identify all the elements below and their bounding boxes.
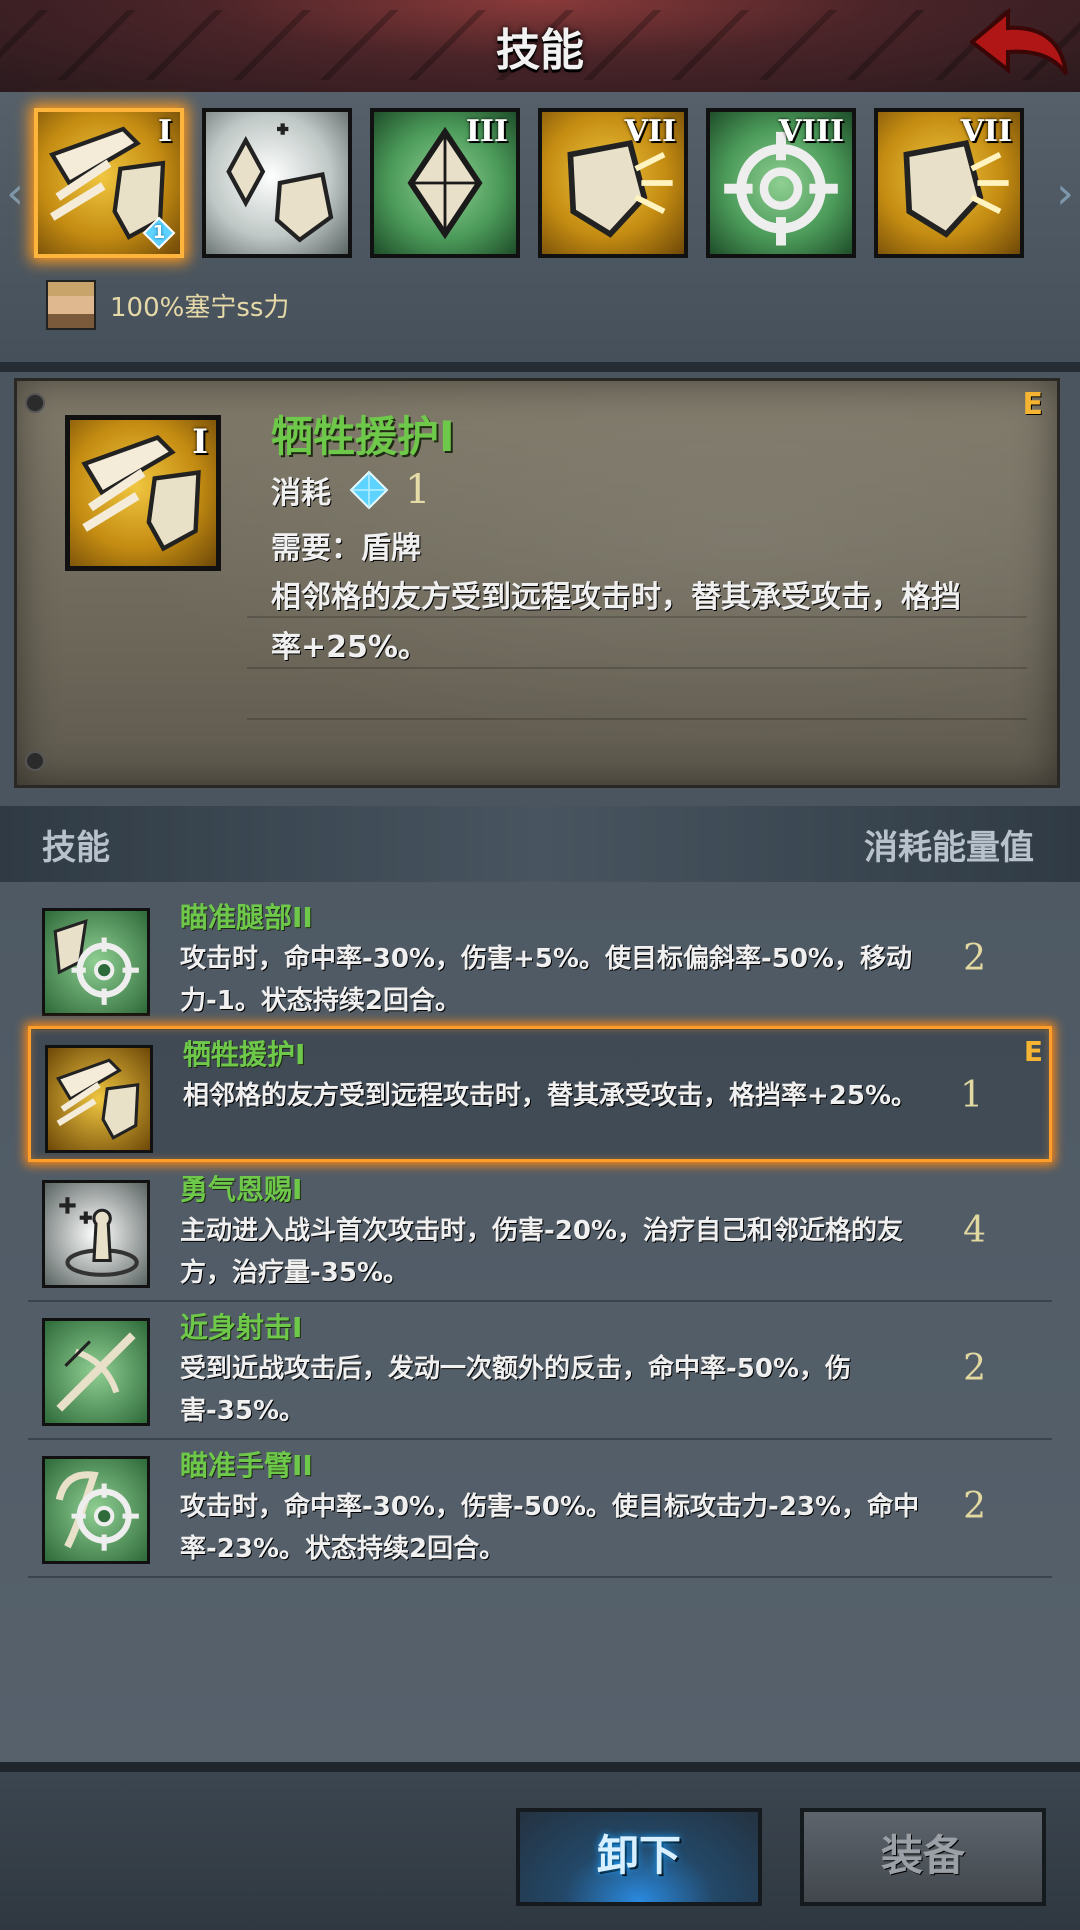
skill-slot-2[interactable] <box>202 108 352 258</box>
skill-cost: 2 <box>963 1486 986 1527</box>
cost-value: 1 <box>405 467 431 513</box>
energy-gem-icon <box>349 470 389 510</box>
skill-cost: 2 <box>963 938 986 979</box>
page-title: 技能 <box>496 25 584 76</box>
tray-right-arrow-icon[interactable]: › <box>1052 164 1078 224</box>
list-item-selected[interactable]: 牺牲援护I 相邻格的友方受到远程攻击时，替其承受攻击，格挡率+25%。 1 E <box>28 1026 1052 1162</box>
skill-slot-6[interactable]: VII <box>874 108 1024 258</box>
list-header-skill: 技能 <box>42 828 110 868</box>
detail-tier-badge: E <box>1022 387 1044 422</box>
skill-name: 牺牲援护I <box>183 1038 306 1071</box>
skill-slot-3[interactable]: III <box>370 108 520 258</box>
crystal-shield-icon <box>226 123 334 243</box>
detail-numeral: I <box>192 422 208 462</box>
skill-description: 主动进入战斗首次攻击时，伤害-20%，治疗自己和邻近格的友方，治疗量-35%。 <box>180 1216 904 1288</box>
skill-list: 瞄准腿部II 攻击时，命中率-30%，伤害+5%。使目标偏斜率-50%，移动力-… <box>0 882 1080 1762</box>
cost-label: 消耗 <box>271 476 331 511</box>
skill-list-header: 技能 消耗能量值 <box>0 806 1080 882</box>
requirement-text: 需要：盾牌 <box>271 531 421 566</box>
shield-sacrifice-icon <box>45 1045 153 1153</box>
skill-cost: 2 <box>963 1348 986 1389</box>
rivet <box>25 751 45 771</box>
skill-slot-1[interactable]: I 1 <box>34 108 184 258</box>
list-item[interactable]: 瞄准腿部II 攻击时，命中率-30%，伤害+5%。使目标偏斜率-50%，移动力-… <box>28 892 1052 1030</box>
equip-button[interactable]: 装备 <box>800 1808 1046 1906</box>
skill-description: 攻击时，命中率-30%，伤害+5%。使目标偏斜率-50%，移动力-1。状态持续2… <box>180 944 912 1016</box>
skill-slot-4[interactable]: VII <box>538 108 688 258</box>
skill-cost: 1 <box>960 1075 983 1116</box>
skill-tier-badge: E <box>1023 1035 1043 1068</box>
owner-text: 100%塞宁ss力 <box>110 292 290 323</box>
slot-badge-count: 1 <box>152 222 166 243</box>
slot-numeral: VIII <box>778 114 844 149</box>
rivet <box>25 393 45 413</box>
skill-name: 近身射击I <box>180 1311 303 1344</box>
detail-cost-row: 消耗 1 <box>271 467 430 513</box>
crossbow-icon <box>42 1318 150 1426</box>
list-header-cost: 消耗能量值 <box>864 828 1034 868</box>
skill-name: 瞄准腿部II <box>180 901 313 934</box>
list-item[interactable]: 瞄准手臂II 攻击时，命中率-30%，伤害-50%。使目标攻击力-23%，命中率… <box>28 1440 1052 1578</box>
skill-owner: 100%塞宁ss力 <box>46 278 289 332</box>
equipped-skill-tray: ‹ › I 1 III VII VIII VII 100%塞宁ss力 <box>0 92 1080 372</box>
skill-slot-5[interactable]: VIII <box>706 108 856 258</box>
skill-description: 相邻格的友方受到远程攻击时，替其承受攻击，格挡率+25%。 <box>183 1081 918 1111</box>
list-item[interactable]: 近身射击I 受到近战攻击后，发动一次额外的反击，命中率-50%，伤害-35%。 … <box>28 1302 1052 1440</box>
back-button[interactable] <box>962 4 1072 84</box>
detail-skill-name: 牺牲援护I <box>271 412 455 461</box>
aim-leg-icon <box>42 908 150 1016</box>
list-item[interactable]: 勇气恩赐I 主动进入战斗首次攻击时，伤害-20%，治疗自己和邻近格的友方，治疗量… <box>28 1164 1052 1302</box>
skill-name: 勇气恩赐I <box>180 1173 303 1206</box>
slot-numeral: VII <box>624 114 676 149</box>
header-bar: 技能 <box>0 0 1080 96</box>
skill-description: 受到近战攻击后，发动一次额外的反击，命中率-50%，伤害-35%。 <box>180 1354 852 1426</box>
slot-numeral: III <box>465 114 508 149</box>
back-arrow-icon <box>968 7 1068 76</box>
detail-skill-icon: I <box>65 415 221 571</box>
avatar <box>46 280 96 330</box>
slot-numeral: I <box>157 114 172 149</box>
tray-left-arrow-icon[interactable]: ‹ <box>2 164 28 224</box>
aim-arm-icon <box>42 1456 150 1564</box>
energy-gem-icon: 1 <box>142 216 176 250</box>
slot-numeral: VII <box>960 114 1012 149</box>
healing-icon <box>42 1180 150 1288</box>
skill-cost: 4 <box>963 1210 986 1251</box>
footer-bar: 卸下 装备 <box>0 1762 1080 1930</box>
skill-name: 瞄准手臂II <box>180 1449 313 1482</box>
skill-description: 攻击时，命中率-30%，伤害-50%。使目标攻击力-23%，命中率-23%。状态… <box>180 1492 920 1564</box>
unequip-button[interactable]: 卸下 <box>516 1808 762 1906</box>
skill-detail-panel: I 牺牲援护I E 消耗 1 需要：盾牌 相邻格的友方受到远程攻击时，替其承受攻… <box>14 378 1060 788</box>
detail-description: 相邻格的友方受到远程攻击时，替其承受攻击，格挡率+25%。 <box>271 580 961 665</box>
